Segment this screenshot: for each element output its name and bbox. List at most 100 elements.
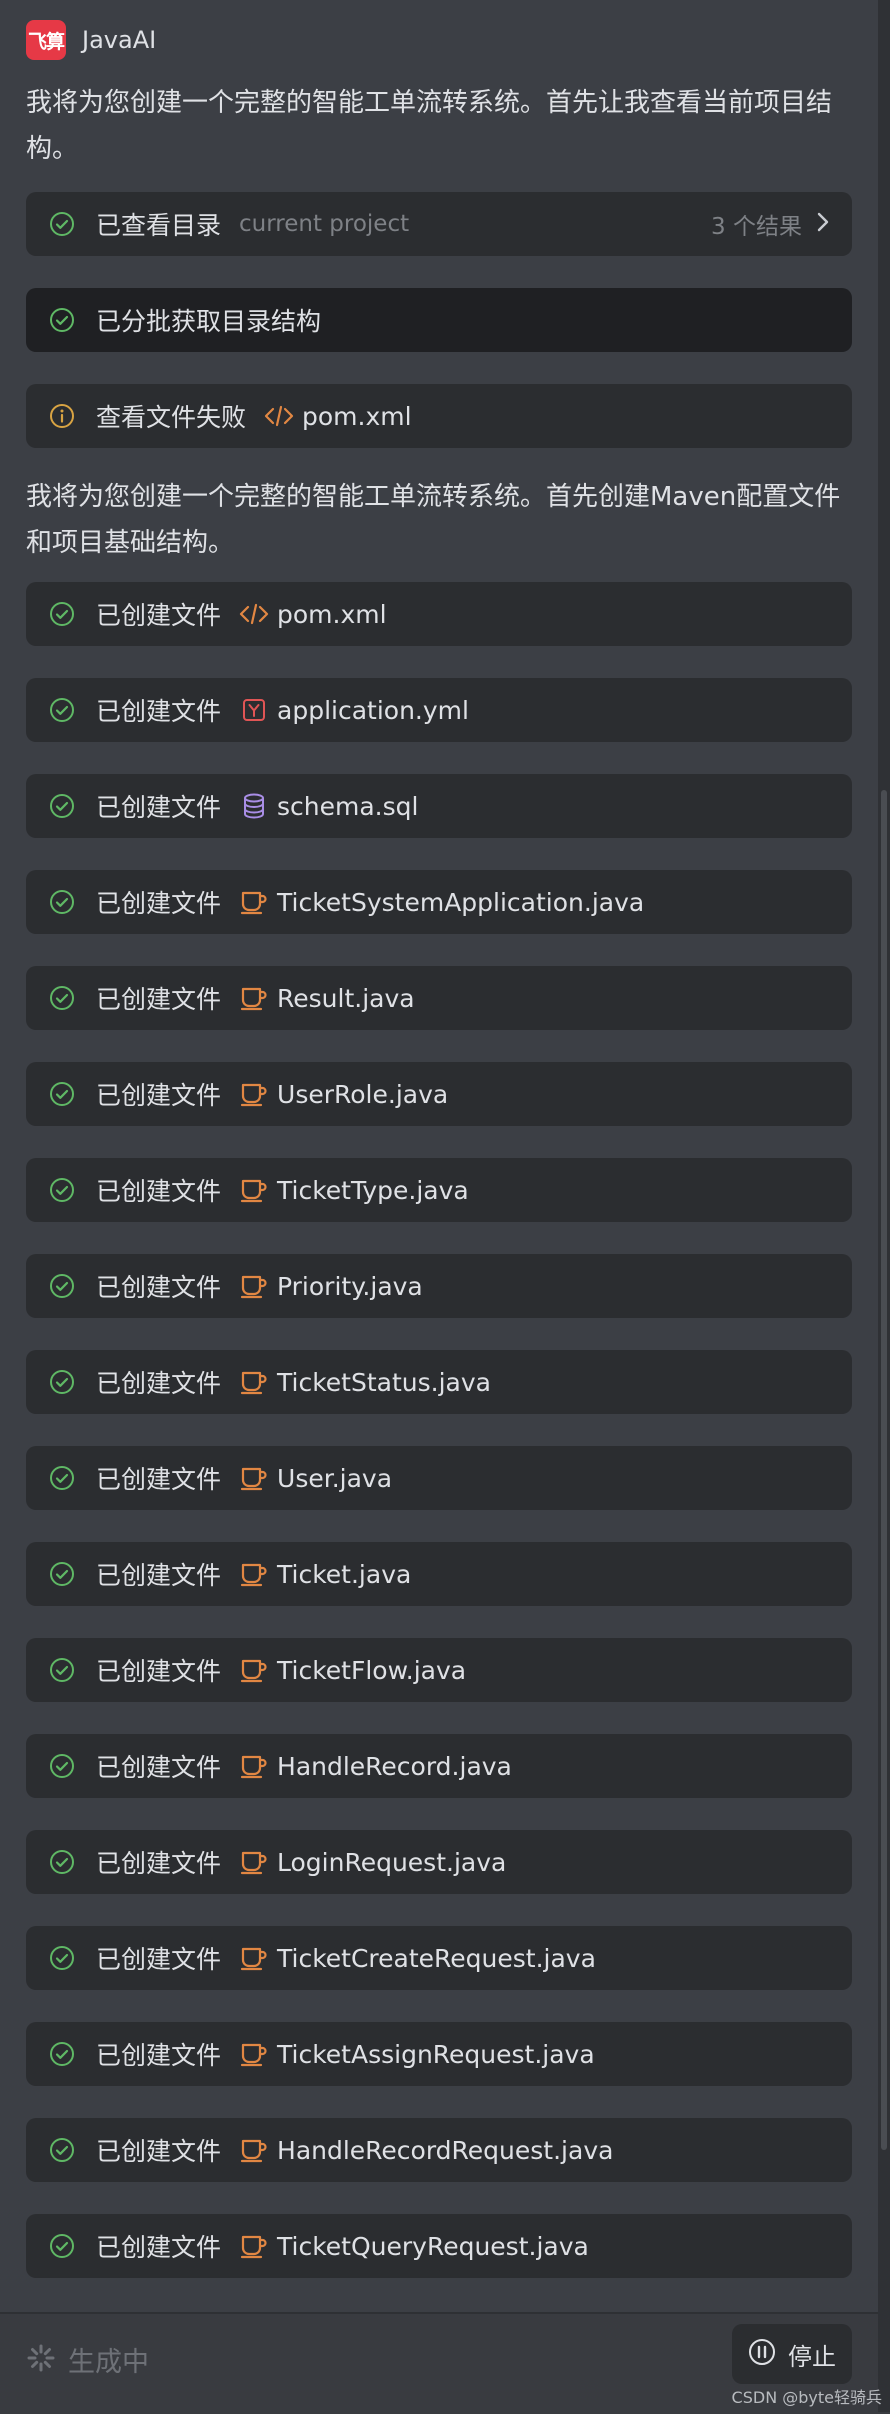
feisuan-logo: 飞算 <box>26 20 66 60</box>
step-label: 已创建文件 <box>96 793 222 822</box>
java-icon <box>239 1463 269 1493</box>
xml-icon <box>264 401 294 431</box>
check-circle-icon <box>48 696 76 724</box>
check-circle-icon <box>48 1560 76 1588</box>
file-name[interactable]: application.yml <box>277 696 469 725</box>
created-file-card[interactable]: 已创建文件 Result.java <box>26 966 852 1030</box>
check-circle-icon <box>48 306 76 334</box>
step-label: 已创建文件 <box>96 1369 222 1398</box>
check-circle-icon <box>48 1848 76 1876</box>
java-icon <box>239 2039 269 2069</box>
check-circle-icon <box>48 792 76 820</box>
created-file-card[interactable]: 已创建文件 User.java <box>26 1446 852 1510</box>
assistant-message: 我将为您创建一个完整的智能工单流转系统。首先创建Maven配置文件和项目基础结构… <box>26 482 841 558</box>
check-circle-icon <box>48 210 76 238</box>
java-icon <box>239 2135 269 2165</box>
file-name[interactable]: TicketType.java <box>277 1176 469 1205</box>
step-label: 已创建文件 <box>96 1273 222 1302</box>
file-name[interactable]: TicketQueryRequest.java <box>277 2232 589 2261</box>
step-label: 已分批获取目录结构 <box>96 307 322 336</box>
java-icon <box>239 1079 269 1109</box>
watermark: CSDN @byte轻骑兵 <box>731 2388 882 2407</box>
step-label: 查看文件失败 <box>96 403 247 432</box>
file-name[interactable]: HandleRecord.java <box>277 1752 512 1781</box>
step-batch-directory[interactable]: 已分批获取目录结构 <box>26 288 852 352</box>
stop-button[interactable]: 停止 <box>732 2324 852 2384</box>
created-file-card[interactable]: 已创建文件 TicketAssignRequest.java <box>26 2022 852 2086</box>
step-detail: current project <box>239 211 410 237</box>
created-file-card[interactable]: 已创建文件 TicketFlow.java <box>26 1638 852 1702</box>
scrollbar-thumb[interactable] <box>881 790 887 2150</box>
file-name[interactable]: schema.sql <box>277 792 418 821</box>
file-name[interactable]: pom.xml <box>277 600 387 629</box>
java-icon <box>239 1847 269 1877</box>
assistant-message: 我将为您创建一个完整的智能工单流转系统。首先让我查看当前项目结构。 <box>26 88 833 164</box>
java-icon <box>239 1943 269 1973</box>
step-label: 已创建文件 <box>96 2041 222 2070</box>
yaml-icon <box>239 695 269 725</box>
created-file-card[interactable]: 已创建文件 UserRole.java <box>26 1062 852 1126</box>
file-name[interactable]: LoginRequest.java <box>277 1848 506 1877</box>
check-circle-icon <box>48 888 76 916</box>
file-name[interactable]: TicketAssignRequest.java <box>277 2040 595 2069</box>
step-label: 已创建文件 <box>96 601 222 630</box>
file-name[interactable]: TicketCreateRequest.java <box>277 1944 596 1973</box>
created-file-card[interactable]: 已创建文件 LoginRequest.java <box>26 1830 852 1894</box>
pause-circle-icon <box>748 2338 776 2370</box>
created-file-card[interactable]: 已创建文件 TicketCreateRequest.java <box>26 1926 852 1990</box>
scrollbar[interactable] <box>878 0 890 2412</box>
info-circle-icon <box>48 402 76 430</box>
check-circle-icon <box>48 1752 76 1780</box>
created-file-card[interactable]: 已创建文件 schema.sql <box>26 774 852 838</box>
chat-panel: 飞算 JavaAI 我将为您创建一个完整的智能工单流转系统。首先让我查看当前项目… <box>0 0 878 2412</box>
step-label: 已创建文件 <box>96 1945 222 1974</box>
file-name[interactable]: Ticket.java <box>277 1560 411 1589</box>
created-file-card[interactable]: 已创建文件 pom.xml <box>26 582 852 646</box>
spinner-icon <box>26 2343 56 2377</box>
step-label: 已创建文件 <box>96 2233 222 2262</box>
created-file-card[interactable]: 已创建文件 TicketSystemApplication.java <box>26 870 852 934</box>
step-label: 已创建文件 <box>96 1849 222 1878</box>
java-icon <box>239 1751 269 1781</box>
created-file-card[interactable]: 已创建文件 application.yml <box>26 678 852 742</box>
created-file-card[interactable]: 已创建文件 TicketType.java <box>26 1158 852 1222</box>
check-circle-icon <box>48 1656 76 1684</box>
file-name[interactable]: TicketStatus.java <box>277 1368 491 1397</box>
step-view-file-failed[interactable]: 查看文件失败 pom.xml <box>26 384 852 448</box>
check-circle-icon <box>48 2136 76 2164</box>
java-icon <box>239 2231 269 2261</box>
created-file-card[interactable]: 已创建文件 TicketStatus.java <box>26 1350 852 1414</box>
file-name[interactable]: User.java <box>277 1464 392 1493</box>
file-name[interactable]: TicketSystemApplication.java <box>277 888 644 917</box>
check-circle-icon <box>48 2040 76 2068</box>
created-file-card[interactable]: 已创建文件 Priority.java <box>26 1254 852 1318</box>
check-circle-icon <box>48 2232 76 2260</box>
created-file-card[interactable]: 已创建文件 Ticket.java <box>26 1542 852 1606</box>
java-icon <box>239 1175 269 1205</box>
java-icon <box>239 983 269 1013</box>
step-label: 已创建文件 <box>96 1177 222 1206</box>
step-label: 已创建文件 <box>96 1081 222 1110</box>
created-file-card[interactable]: 已创建文件 HandleRecordRequest.java <box>26 2118 852 2182</box>
java-icon <box>239 1367 269 1397</box>
check-circle-icon <box>48 1272 76 1300</box>
step-label: 已创建文件 <box>96 985 222 1014</box>
step-label: 已创建文件 <box>96 1753 222 1782</box>
check-circle-icon <box>48 1944 76 1972</box>
java-icon <box>239 887 269 917</box>
file-name[interactable]: TicketFlow.java <box>277 1656 466 1685</box>
file-name[interactable]: HandleRecordRequest.java <box>277 2136 613 2165</box>
step-label: 已创建文件 <box>96 1561 222 1590</box>
chevron-right-icon[interactable] <box>816 211 830 237</box>
step-label: 已查看目录 <box>96 211 222 240</box>
file-name[interactable]: Result.java <box>277 984 415 1013</box>
created-file-card[interactable]: 已创建文件 TicketQueryRequest.java <box>26 2214 852 2278</box>
file-name[interactable]: Priority.java <box>277 1272 423 1301</box>
java-icon <box>239 1271 269 1301</box>
created-file-card[interactable]: 已创建文件 HandleRecord.java <box>26 1734 852 1798</box>
file-name[interactable]: UserRole.java <box>277 1080 448 1109</box>
check-circle-icon <box>48 984 76 1012</box>
step-view-directory[interactable]: 已查看目录 current project 3 个结果 <box>26 192 852 256</box>
check-circle-icon <box>48 1368 76 1396</box>
file-name[interactable]: pom.xml <box>302 402 412 431</box>
